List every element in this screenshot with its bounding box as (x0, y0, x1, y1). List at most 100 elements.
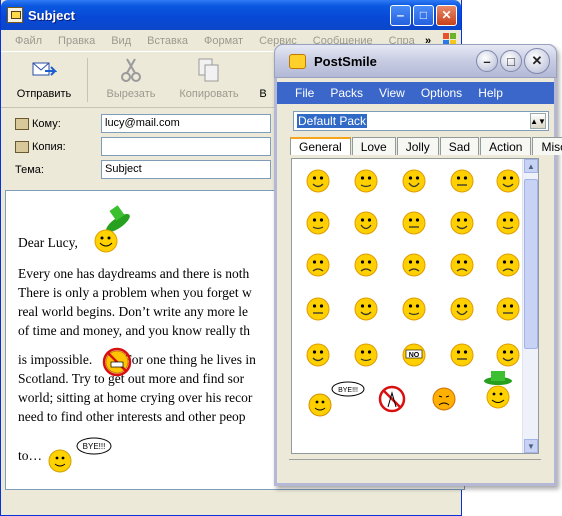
smiley-icon[interactable] (400, 167, 428, 195)
scroll-up-icon[interactable]: ▲ (524, 159, 538, 173)
vertical-scrollbar[interactable]: ▲ ▼ (522, 159, 538, 453)
pack-select-value: Default Pack (297, 114, 368, 128)
smiley-icon[interactable] (448, 209, 476, 237)
angry-smiley-icon[interactable] (430, 385, 458, 413)
postsmile-window: PostSmile – □ ✕ File Packs View Options … (274, 44, 562, 486)
address-book-icon[interactable] (15, 140, 29, 153)
smiley-icon[interactable] (448, 341, 476, 369)
postsmile-titlebar[interactable]: PostSmile – □ ✕ (274, 44, 557, 78)
postsmile-app-icon (289, 53, 306, 69)
hat-smiley-icon (94, 205, 130, 253)
message-icon (7, 7, 23, 23)
smiley-icon[interactable] (494, 295, 522, 323)
body-fragment: For one thing he lives in (124, 352, 256, 367)
cut-button[interactable]: Вырезать (92, 56, 170, 100)
scroll-down-icon[interactable]: ▼ (524, 439, 538, 453)
smiley-icon[interactable] (352, 251, 380, 279)
bye-smiley-icon: BYE!!! (48, 437, 112, 473)
menu-options[interactable]: Options (421, 86, 462, 100)
subject-label: Тема: (15, 163, 44, 176)
menu-view[interactable]: Вид (111, 35, 131, 47)
scroll-thumb[interactable] (524, 179, 538, 349)
postsmile-title: PostSmile (314, 53, 377, 69)
smiley-icon[interactable] (448, 295, 476, 323)
tab-action[interactable]: Action (480, 137, 532, 155)
cc-label-wrap: Копия: (15, 140, 101, 153)
send-icon (29, 56, 59, 84)
compose-title: Subject (28, 7, 75, 23)
no-symbol-icon[interactable] (378, 385, 406, 413)
menu-help[interactable]: Help (478, 86, 503, 100)
smiley-icon[interactable] (304, 295, 332, 323)
subject-field[interactable]: Subject (101, 160, 271, 179)
address-book-icon[interactable] (15, 117, 29, 130)
smiley-icon[interactable] (352, 295, 380, 323)
smiley-icon[interactable] (352, 341, 380, 369)
maximize-button[interactable]: □ (413, 4, 434, 26)
menu-format[interactable]: Формат (204, 35, 243, 47)
minimize-button[interactable]: ‒ (390, 4, 411, 26)
smiley-icon[interactable] (352, 167, 380, 195)
cc-label: Копия: (32, 140, 66, 153)
close-button[interactable]: ✕ (436, 4, 457, 26)
cut-label: Вырезать (106, 88, 156, 100)
smiley-icon[interactable] (494, 251, 522, 279)
tab-misc[interactable]: Misc (532, 137, 562, 155)
smiley-icon[interactable] (494, 209, 522, 237)
to-label: Кому: (32, 117, 61, 130)
smiley-icon[interactable] (400, 209, 428, 237)
paste-label: В (259, 88, 267, 100)
bye-smiley-icon[interactable]: BYE!!! (306, 381, 366, 419)
cc-field[interactable] (101, 137, 271, 156)
smiley-icon[interactable] (494, 341, 522, 369)
hat-smiley-icon[interactable] (480, 369, 516, 411)
smiley-icon[interactable] (352, 209, 380, 237)
menu-file[interactable]: File (295, 86, 314, 100)
minimize-button[interactable]: – (476, 50, 498, 72)
menu-edit[interactable]: Правка (58, 35, 95, 47)
bye-text: BYE!!! (83, 442, 106, 451)
send-button[interactable]: Отправить (5, 56, 83, 100)
smiley-icon[interactable] (448, 251, 476, 279)
no-sign-smiley-icon[interactable]: NO (400, 341, 428, 369)
maximize-button[interactable]: □ (500, 50, 522, 72)
to-label-wrap: Кому: (15, 117, 101, 130)
svg-text:BYE!!!: BYE!!! (338, 387, 358, 394)
smiley-icon[interactable] (400, 251, 428, 279)
toolbar-separator (87, 58, 88, 102)
status-bar (289, 459, 541, 475)
copy-button[interactable]: Копировать (170, 56, 248, 100)
smiley-icon[interactable] (304, 167, 332, 195)
smiley-grid: ▲ ▼ NO BYE!!! (291, 158, 539, 454)
dropdown-arrow-icon[interactable]: ▲▼ (530, 113, 546, 129)
menu-file[interactable]: Файл (15, 35, 42, 47)
smiley-icon[interactable] (448, 167, 476, 195)
smiley-icon[interactable] (400, 295, 428, 323)
compose-titlebar[interactable]: Subject ‒ □ ✕ (1, 0, 461, 30)
category-tabs: General Love Jolly Sad Action Misc (290, 137, 562, 155)
pack-select[interactable]: Default Pack ▲▼ (293, 111, 549, 131)
menu-packs[interactable]: Packs (330, 86, 363, 100)
tab-general[interactable]: General (290, 137, 351, 155)
menu-insert[interactable]: Вставка (147, 35, 188, 47)
subject-label-wrap: Тема: (15, 164, 101, 176)
tab-jolly[interactable]: Jolly (396, 137, 439, 155)
tab-sad[interactable]: Sad (439, 137, 480, 155)
smiley-icon[interactable] (304, 251, 332, 279)
smiley-icon[interactable] (304, 341, 332, 369)
smiley-icon[interactable] (304, 209, 332, 237)
close-button[interactable]: ✕ (524, 48, 550, 74)
postsmile-menubar: File Packs View Options Help (277, 82, 554, 104)
tab-love[interactable]: Love (351, 137, 396, 155)
body-fragment: is impossible. (18, 352, 93, 367)
smiley-icon[interactable] (494, 167, 522, 195)
greeting: Dear Lucy, (18, 235, 78, 250)
copy-label: Копировать (179, 88, 239, 100)
scissors-icon (116, 56, 146, 84)
no-teeth-smiley-icon (102, 347, 132, 377)
copy-icon (194, 56, 224, 84)
send-label: Отправить (16, 88, 72, 100)
to-field[interactable]: lucy@mail.com (101, 114, 271, 133)
menu-view[interactable]: View (379, 86, 405, 100)
svg-text:NO: NO (409, 352, 420, 359)
